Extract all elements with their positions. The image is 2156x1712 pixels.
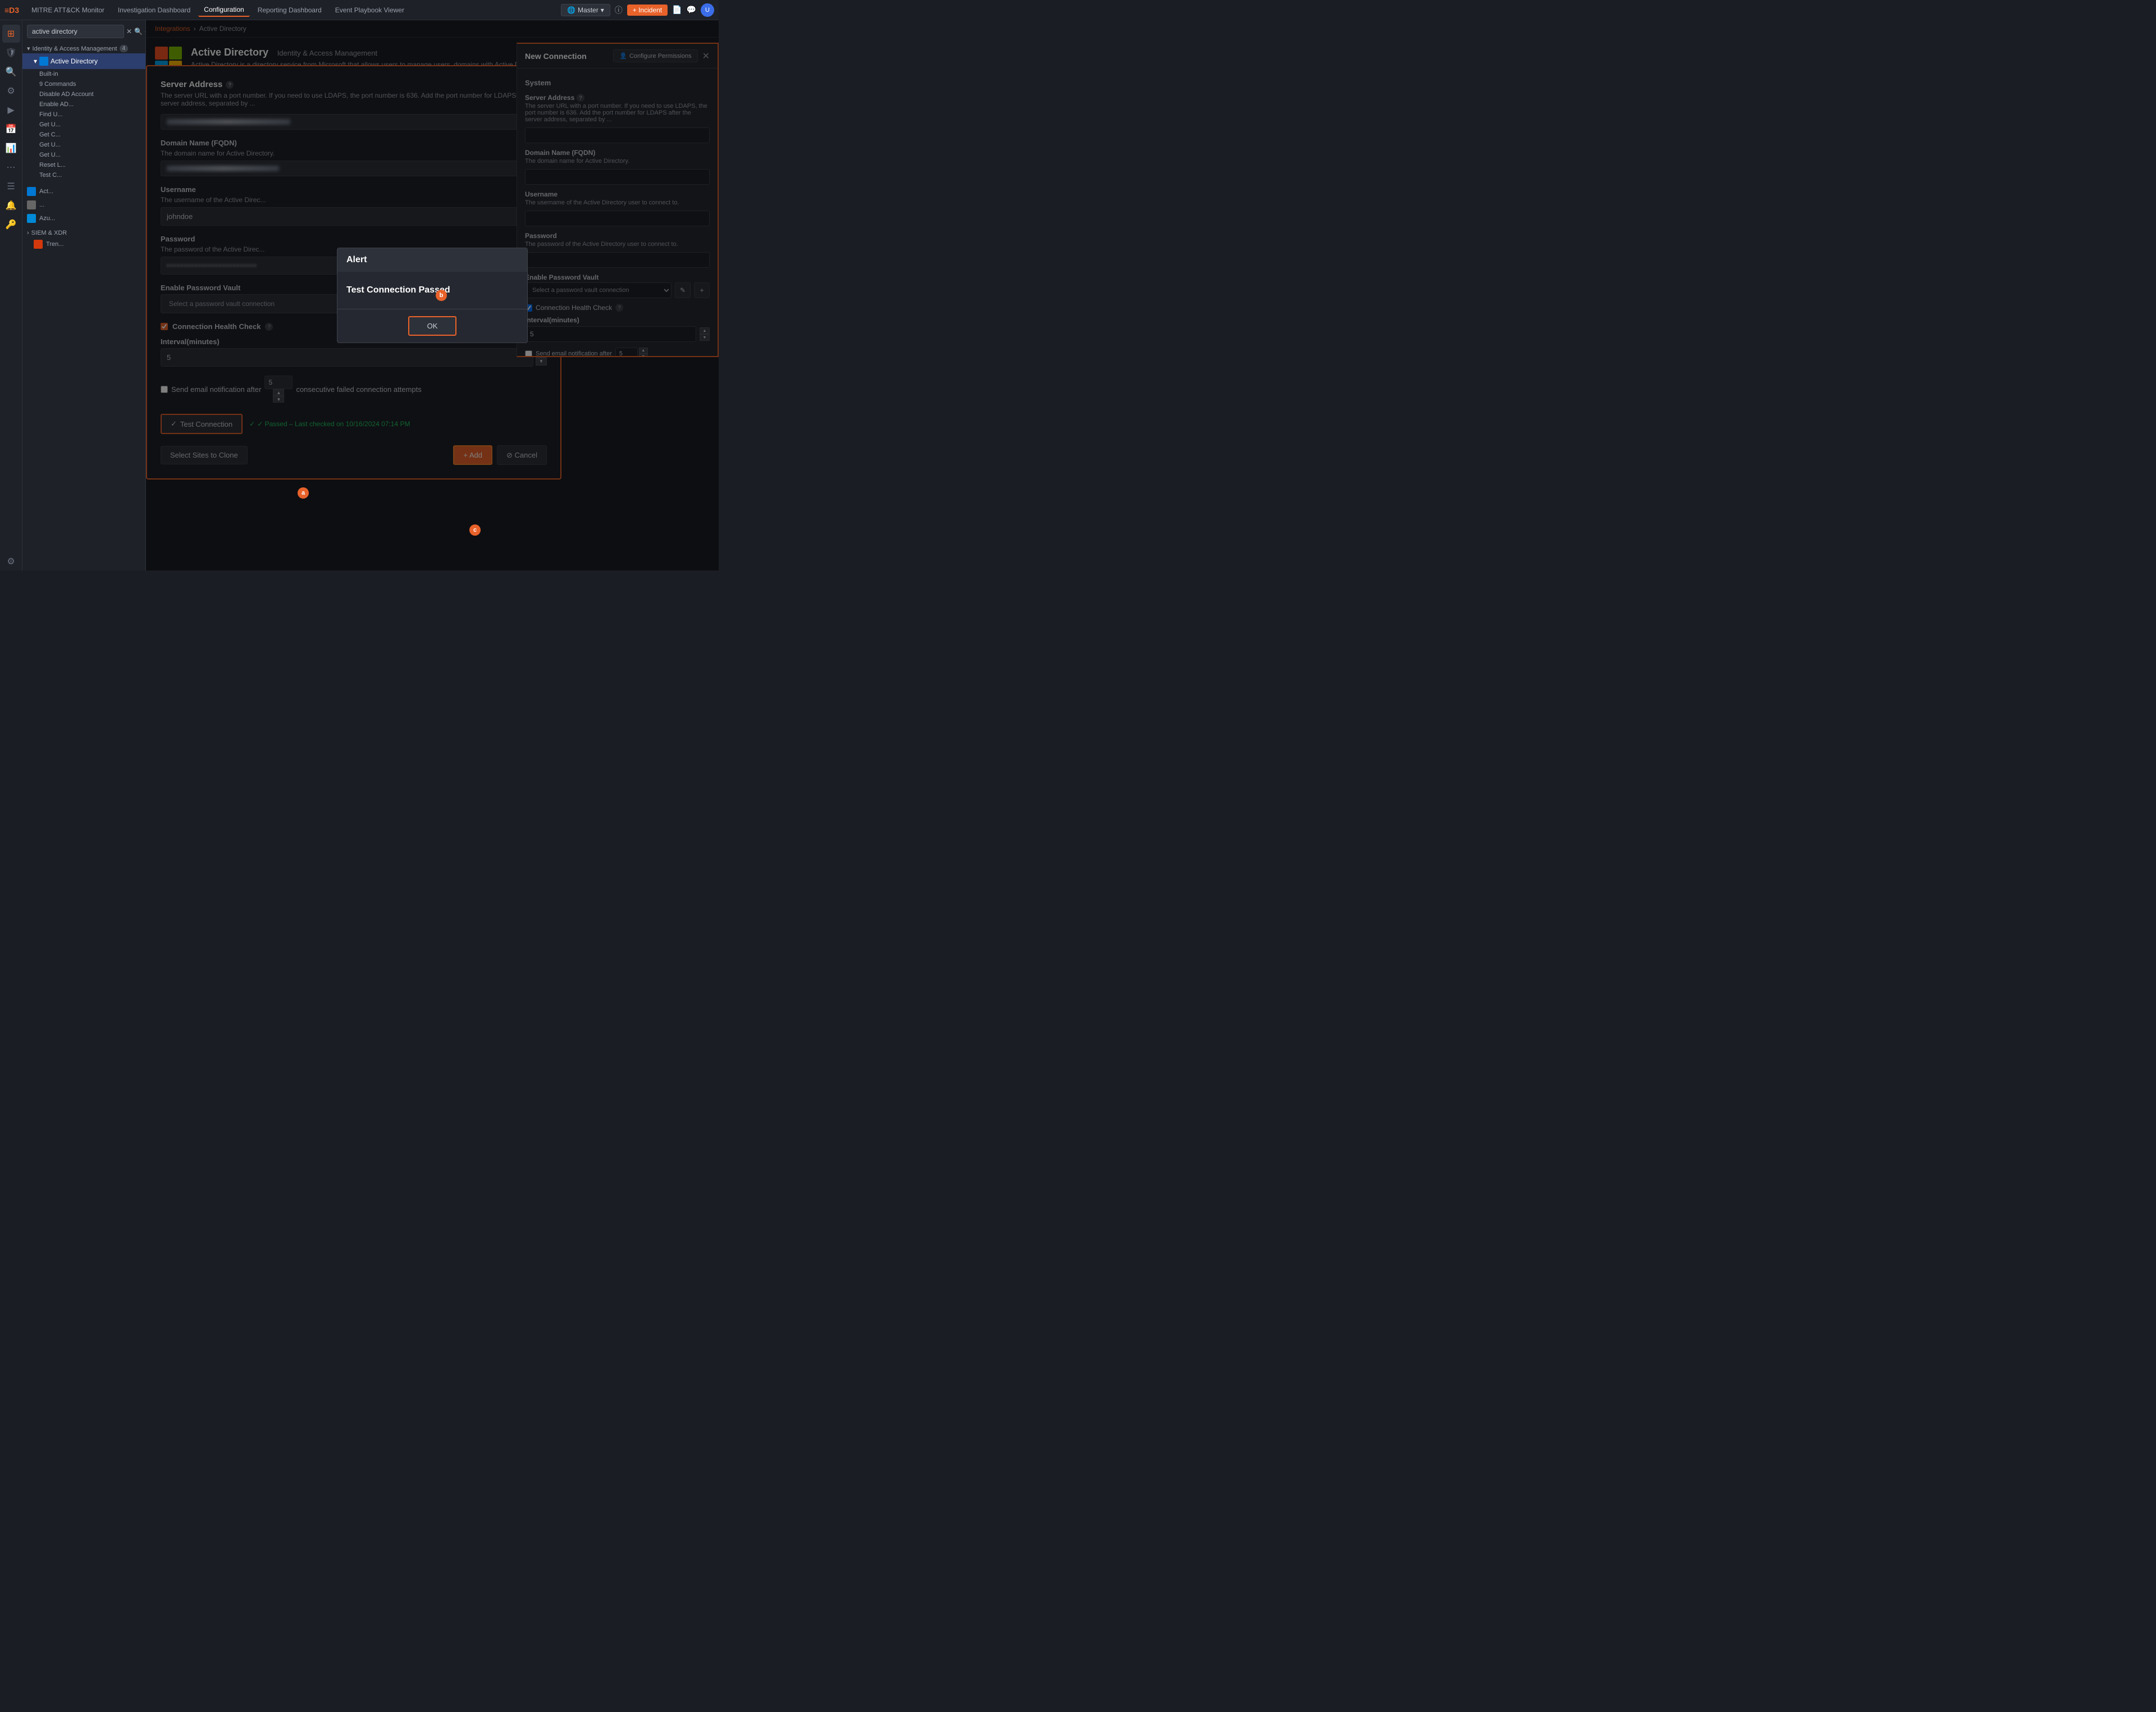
modal-header: Alert	[337, 248, 527, 272]
annotation-c: c	[469, 524, 481, 536]
chat-icon[interactable]: 💬	[687, 5, 696, 15]
sidebar-item-azure[interactable]: Azu...	[22, 212, 145, 225]
sidebar-item-network[interactable]: ⋯	[2, 158, 20, 176]
search-input[interactable]	[27, 25, 124, 38]
sidebar-item-acttwo[interactable]: ...	[22, 198, 145, 212]
sidebar-item-search[interactable]: 🔍	[2, 63, 20, 81]
sidebar-item-puzzle[interactable]: ⚙	[2, 82, 20, 100]
nav-reporting[interactable]: Reporting Dashboard	[252, 4, 327, 16]
sidebar-item-builtin[interactable]: Built-in	[22, 69, 145, 79]
chevron-down-icon: ▾	[27, 45, 30, 52]
annotation-b: b	[436, 290, 447, 301]
search-icon[interactable]: 🔍	[134, 28, 143, 35]
nav-playbook[interactable]: Event Playbook Viewer	[330, 4, 410, 16]
sidebar-item-calendar[interactable]: 📅	[2, 120, 20, 138]
chevron-right-icon: ›	[27, 230, 29, 236]
app-logo: ≡D3	[4, 6, 19, 15]
sidebar-item-findu[interactable]: Find U...	[22, 109, 145, 120]
sidebar-item-enable[interactable]: Enable AD...	[22, 99, 145, 109]
sidebar-item-testc[interactable]: Test C...	[22, 170, 145, 180]
modal-overlay: Alert Test Connection Passed OK	[146, 20, 719, 570]
master-icon: 🌐	[567, 6, 575, 14]
nav-mitre[interactable]: MITRE ATT&CK Monitor	[26, 4, 110, 16]
avatar[interactable]: U	[701, 3, 714, 17]
sidebar-item-chart[interactable]: 📊	[2, 139, 20, 157]
sidebar-item-actone[interactable]: Act...	[22, 185, 145, 198]
nav-investigation[interactable]: Investigation Dashboard	[112, 4, 196, 16]
nav-group-iam[interactable]: ▾ Identity & Access Management 4	[22, 43, 145, 53]
sidebar-item-getu1[interactable]: Get U...	[22, 120, 145, 130]
chevron-down-icon: ▾	[601, 6, 604, 14]
icon-sidebar: ⊞ 🛡 🔍 ⚙ ▶ 📅 📊 ⋯ ☰ 🔔 🔑 ⚙	[0, 20, 22, 570]
modal-body: Test Connection Passed	[337, 272, 527, 309]
incident-button[interactable]: + Incident	[627, 4, 668, 16]
content-area: Integrations › Active Directory Active D…	[146, 20, 719, 570]
sidebar-item-commands[interactable]: 9 Commands	[22, 79, 145, 89]
sidebar-item-settings[interactable]: ⚙	[2, 553, 20, 570]
sidebar-item-shield[interactable]: 🛡	[2, 44, 20, 62]
nav-configuration[interactable]: Configuration	[198, 3, 249, 17]
notifications-icon[interactable]: 📄	[672, 5, 682, 15]
sidebar-item-getu3[interactable]: Get U...	[22, 150, 145, 160]
sidebar-item-getc[interactable]: Get C...	[22, 130, 145, 140]
alert-modal: Alert Test Connection Passed OK	[337, 248, 528, 343]
help-icon[interactable]: ⓘ	[615, 4, 623, 16]
sidebar-item-home[interactable]: ⊞	[2, 25, 20, 43]
sidebar-item-playbook[interactable]: ▶	[2, 101, 20, 119]
nav-group-siem[interactable]: › SIEM & XDR	[22, 227, 145, 238]
sidebar-item-disable[interactable]: Disable AD Account	[22, 89, 145, 99]
nav-sidebar: ✕ 🔍 + ▾ Identity & Access Management 4 ▾…	[22, 20, 146, 570]
sidebar-item-tren[interactable]: Tren...	[22, 238, 145, 251]
chevron-down-icon: ▾	[34, 57, 37, 65]
sidebar-item-resetl[interactable]: Reset L...	[22, 160, 145, 170]
sidebar-item-bell[interactable]: 🔔	[2, 197, 20, 214]
clear-search-icon[interactable]: ✕	[126, 28, 132, 35]
sidebar-item-list[interactable]: ☰	[2, 177, 20, 195]
master-button[interactable]: 🌐 Master ▾	[561, 4, 610, 16]
sidebar-item-fingerprint[interactable]: 🔑	[2, 216, 20, 234]
sidebar-item-getu2[interactable]: Get U...	[22, 140, 145, 150]
annotation-a: a	[298, 487, 309, 499]
modal-ok-button[interactable]: OK	[408, 316, 457, 336]
sidebar-item-active-directory[interactable]: ▾ Active Directory	[22, 53, 145, 69]
